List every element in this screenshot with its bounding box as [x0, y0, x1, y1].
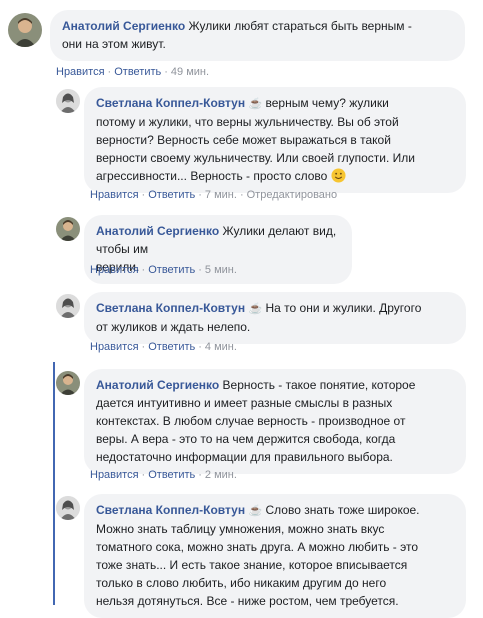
author-name[interactable]: Анатолий Сергиенко — [62, 19, 185, 33]
comment-actions: Нравится · Ответить · 7 мин. · Отредактировано — [90, 189, 338, 201]
comment-text-line: потому и жулики, что верны жульничеству.… — [96, 115, 399, 129]
author-name[interactable]: Анатолий Сергиенко — [96, 224, 219, 238]
reply-link[interactable]: Ответить — [148, 189, 195, 201]
like-link[interactable]: Нравится — [56, 66, 105, 78]
timestamp[interactable]: 2 мин. — [205, 469, 237, 481]
reply-link[interactable]: Ответить — [114, 66, 161, 78]
comment-actions: Нравится · Ответить · 2 мин. — [90, 469, 237, 481]
comment-actions: Нравится · Ответить · 49 мин. — [56, 66, 210, 78]
comment-text-line: дается интуитивно и имеет разные смыслы … — [96, 396, 393, 410]
timestamp[interactable]: 4 мин. — [205, 341, 237, 353]
avatar-anatoliy[interactable] — [56, 371, 80, 395]
like-link[interactable]: Нравится — [90, 264, 139, 276]
thread-highlight-line — [53, 362, 55, 605]
comment-text-line: верности? Верность себе может выражаться… — [96, 133, 391, 147]
comment-text-line: нельзя дотянуться. Все - ниже ростом, че… — [96, 594, 399, 608]
avatar-svetlana[interactable] — [56, 294, 80, 318]
edited-label[interactable]: Отредактировано — [247, 189, 338, 201]
comment-text-line: тоже знать... И есть такое знание, котор… — [96, 558, 408, 572]
comment-text-line: Слово знать тоже широкое. — [265, 503, 420, 517]
comment-text-line: На то они и жулики. Другого — [265, 301, 422, 315]
like-link[interactable]: Нравится — [90, 189, 139, 201]
comment-text-line: веры. А вера - это то на чем держится св… — [96, 432, 396, 446]
reply-link[interactable]: Ответить — [148, 469, 195, 481]
timestamp[interactable]: 5 мин. — [205, 264, 237, 276]
hot-beverage-icon: ☕ — [248, 98, 263, 110]
like-link[interactable]: Нравится — [90, 341, 139, 353]
timestamp[interactable]: 7 мин. — [205, 189, 237, 201]
avatar-svetlana[interactable] — [56, 89, 80, 113]
comment-text-line: Верность - такое понятие, которое — [222, 378, 416, 392]
comment-text-line: недостаточно информации для правильного … — [96, 450, 393, 464]
reply-link[interactable]: Ответить — [148, 341, 195, 353]
comment-text-line: агрессивности... Верность - просто слово — [96, 169, 328, 183]
hot-beverage-icon: ☕ — [248, 303, 263, 315]
comment-text-line: от жуликов и ждать нелепо. — [96, 320, 251, 334]
avatar-svetlana[interactable] — [56, 496, 80, 520]
like-link[interactable]: Нравится — [90, 469, 139, 481]
comment-text-line: верности своему жульничеству. Или своей … — [96, 151, 415, 165]
author-name[interactable]: Светлана Коппел-Ковтун — [96, 301, 245, 315]
author-name[interactable]: Светлана Коппел-Ковтун — [96, 503, 245, 517]
avatar-anatoliy[interactable] — [56, 217, 80, 241]
comment-bubble: Светлана Коппел-Ковтун ☕ верным чему? жу… — [84, 87, 466, 193]
comment-text-line: только в слово любить, ибо никаким други… — [96, 576, 387, 590]
timestamp[interactable]: 49 мин. — [171, 66, 209, 78]
hot-beverage-icon: ☕ — [248, 505, 263, 517]
comment-actions: Нравится · Ответить · 5 мин. — [90, 264, 237, 276]
comment-text-line: Можно знать таблицу умножения, можно зна… — [96, 522, 385, 536]
reply-link[interactable]: Ответить — [148, 264, 195, 276]
author-name[interactable]: Анатолий Сергиенко — [96, 378, 219, 392]
comment-text-line: верным чему? жулики — [265, 96, 389, 110]
comment-bubble: Светлана Коппел-Ковтун ☕ Слово знать тож… — [84, 494, 466, 618]
comment-text-line: томатного сока, можно знать друга. А мож… — [96, 540, 419, 554]
comment-bubble: Анатолий Сергиенко Верность - такое поня… — [84, 369, 466, 474]
comment-bubble: Анатолий Сергиенко Жулики любят старатьс… — [50, 10, 465, 61]
comment-text-line: они на этом живут. — [62, 37, 166, 51]
comment-bubble: Светлана Коппел-Ковтун ☕ На то они и жул… — [84, 292, 466, 344]
smiling-face-icon — [331, 168, 346, 183]
comment-actions: Нравится · Ответить · 4 мин. — [90, 341, 237, 353]
comment-text-line: контекстах. В любом случае верность - пр… — [96, 414, 406, 428]
avatar-anatoliy[interactable] — [8, 13, 42, 47]
comment-text-line: Жулики любят стараться быть верным - — [188, 19, 412, 33]
author-name[interactable]: Светлана Коппел-Ковтун — [96, 96, 245, 110]
